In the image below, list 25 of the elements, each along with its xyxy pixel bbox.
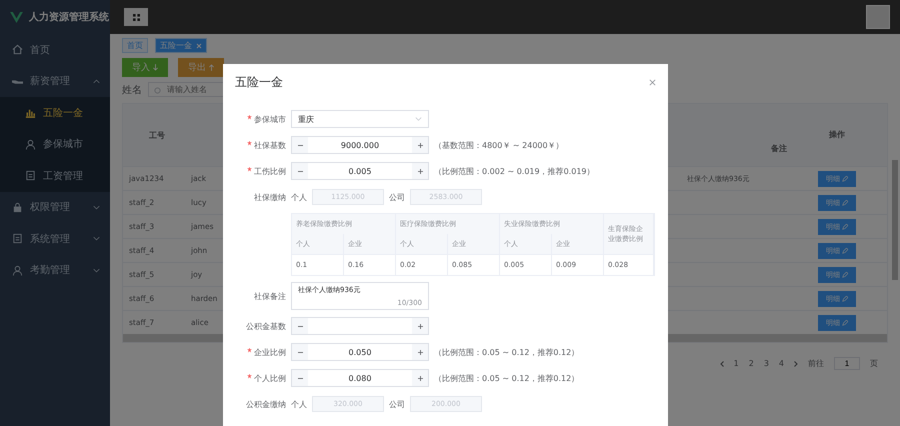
field-label: 社保备注 bbox=[254, 290, 286, 302]
field-label: 个人 bbox=[291, 398, 307, 410]
column-header: 操作 bbox=[828, 129, 846, 140]
field-label: 工伤比例 bbox=[247, 166, 286, 176]
field-label: 公司 bbox=[389, 398, 405, 410]
range-hint: （比例范围：0.002 ~ 0.019，推荐0.019） bbox=[434, 166, 594, 176]
field-label: 公积金基数 bbox=[246, 320, 286, 332]
field-label: 企业比例 bbox=[247, 346, 286, 358]
range-hint: （比例范围：0.05 ~ 0.12，推荐0.12） bbox=[434, 346, 580, 358]
app-title: 人力资源管理系统 bbox=[29, 10, 109, 24]
field-label: 社保基数 bbox=[247, 140, 286, 150]
field-label: 个人 bbox=[291, 192, 307, 202]
page-suffix: 页 bbox=[870, 358, 878, 369]
column-header: 备注 bbox=[770, 143, 787, 155]
goto-label: 前往 bbox=[808, 358, 824, 369]
field-label: 公司 bbox=[389, 192, 405, 202]
dialog-title: 五险一金 bbox=[235, 74, 283, 91]
column-header: 工号 bbox=[148, 130, 166, 140]
field-label: 社保缴纳 bbox=[254, 192, 286, 202]
field-label: 参保城市 bbox=[247, 114, 286, 124]
field-label: 个人比例 bbox=[247, 372, 286, 384]
range-hint: （比例范围：0.05 ~ 0.12，推荐0.12） bbox=[434, 372, 580, 384]
field-label: 公积金缴纳 bbox=[246, 398, 286, 410]
range-hint: （基数范围：4800￥ ~ 24000￥） bbox=[434, 140, 564, 150]
filter-label: 姓名 bbox=[122, 84, 142, 96]
